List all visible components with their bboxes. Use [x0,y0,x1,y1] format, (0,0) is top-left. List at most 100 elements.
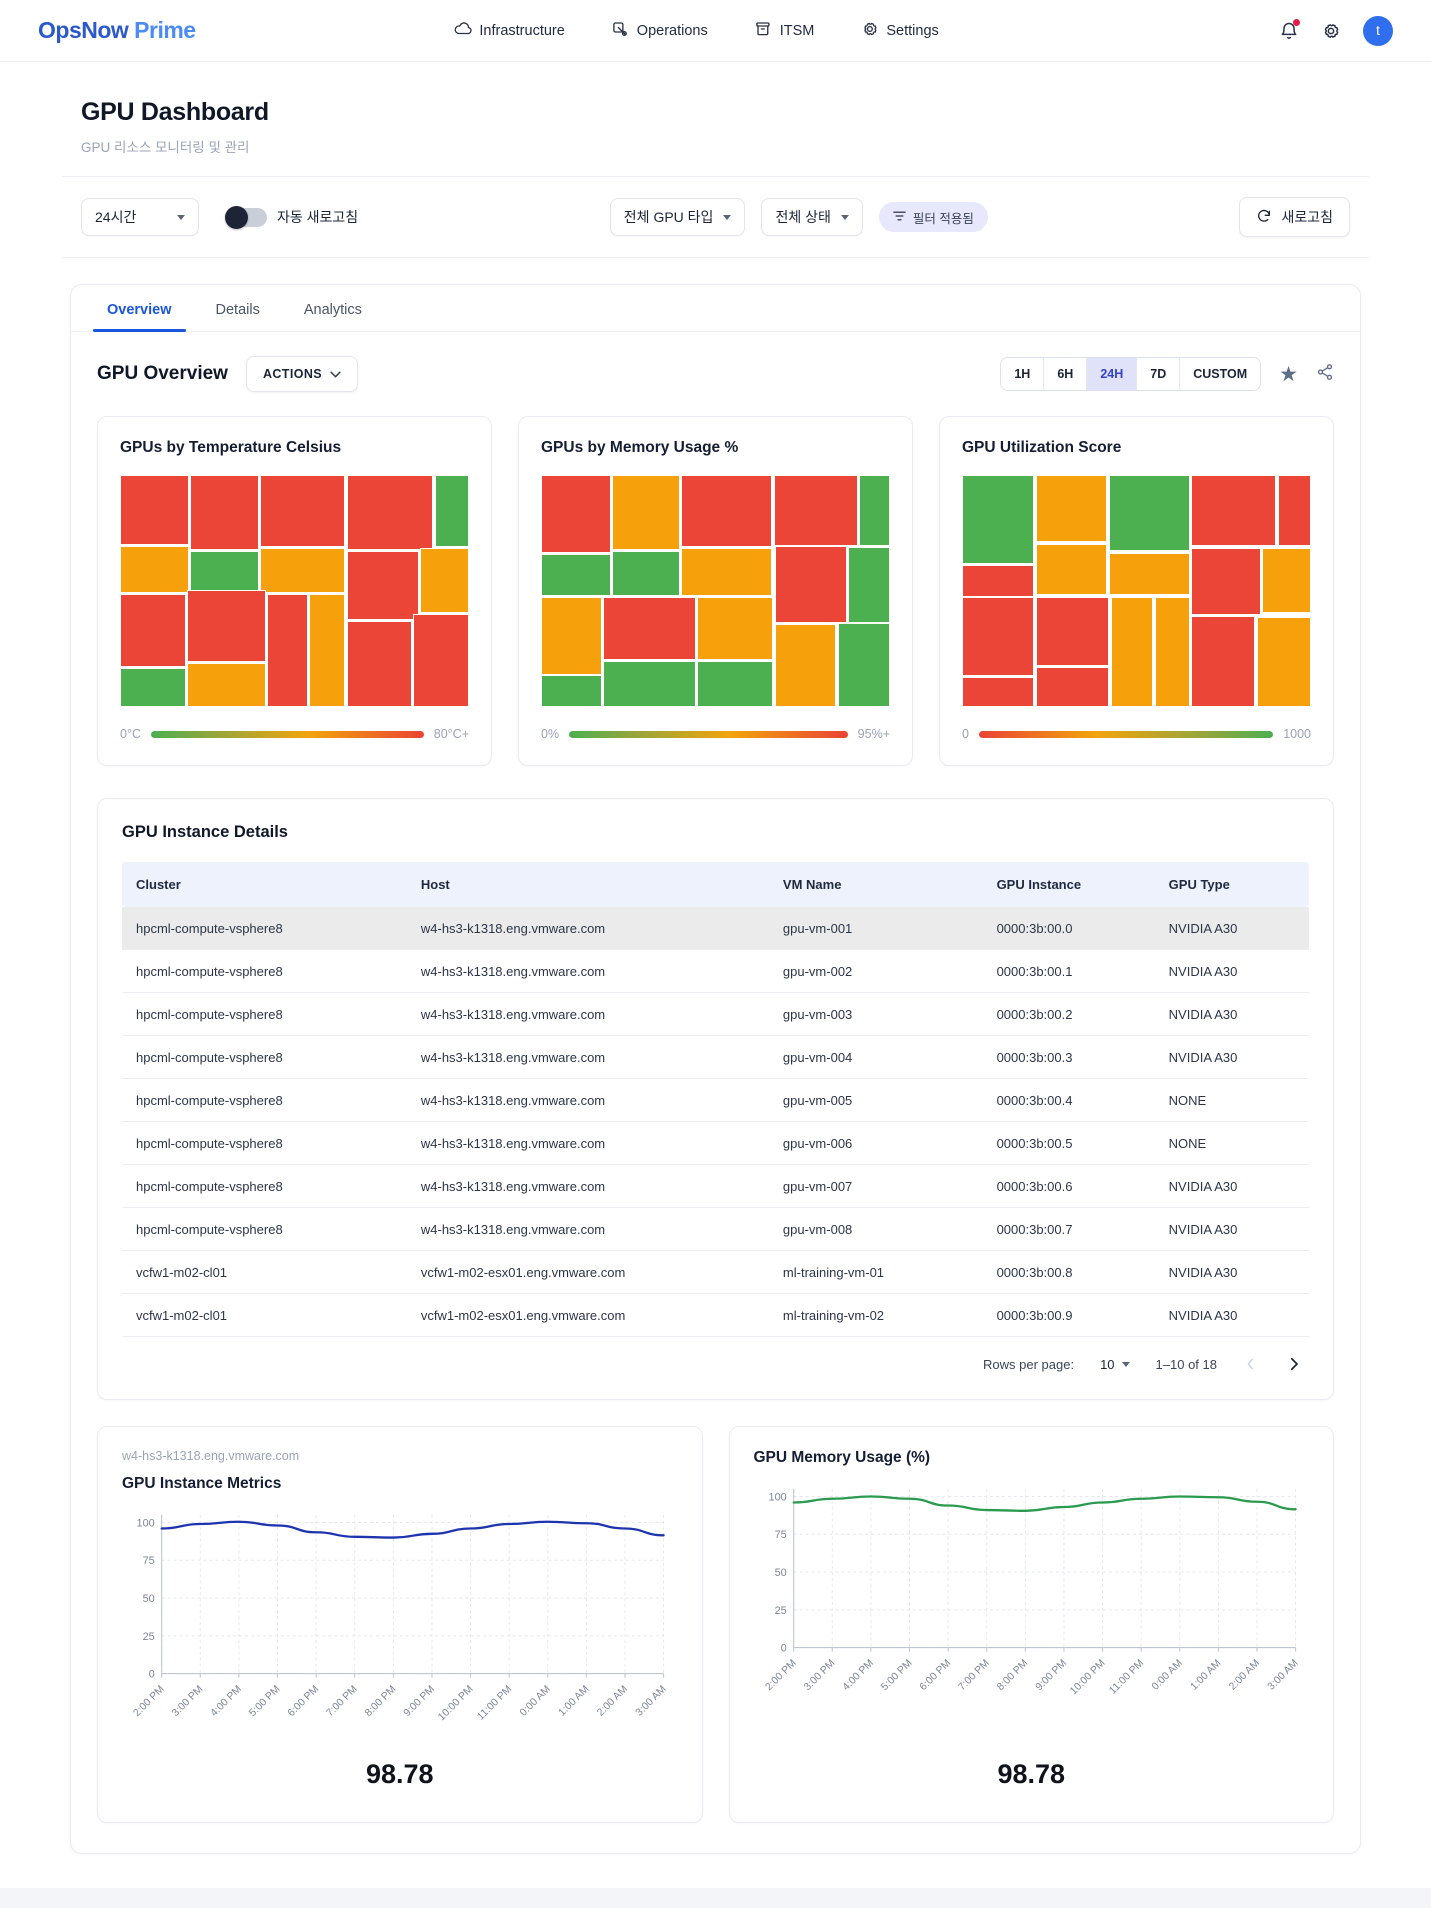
treemap-tile[interactable] [187,590,266,662]
treemap-tile[interactable] [1109,553,1189,595]
treemap-tile[interactable] [859,475,890,546]
nav-item-infrastructure[interactable]: Infrastructure [453,20,564,42]
treemap-tile[interactable] [1036,544,1107,596]
treemap-tile[interactable] [190,475,258,550]
column-header-cluster[interactable]: Cluster [122,862,407,907]
column-header-vm-name[interactable]: VM Name [769,862,983,907]
tab-details[interactable]: Details [198,285,278,331]
table-row[interactable]: hpcml-compute-vsphere8w4-hs3-k1318.eng.v… [122,1165,1309,1208]
treemap-tile[interactable] [1109,475,1189,551]
treemap-tile[interactable] [697,597,773,661]
treemap-tile[interactable] [1036,597,1109,666]
treemap-tile[interactable] [774,475,858,546]
treemap-tile[interactable] [435,475,469,547]
column-header-host[interactable]: Host [407,862,769,907]
treemap-tile[interactable] [1262,548,1311,613]
treemap-tile[interactable] [1191,616,1255,707]
nav-item-settings[interactable]: Settings [860,20,938,42]
treemap-tile[interactable] [347,551,419,620]
treemap-tile[interactable] [603,597,696,661]
tab-analytics[interactable]: Analytics [286,285,380,331]
treemap-tile[interactable] [1111,597,1153,707]
treemap-utilization[interactable] [962,475,1311,707]
tab-overview[interactable]: Overview [89,285,190,331]
rows-per-page-select[interactable]: 10 [1100,1357,1129,1372]
treemap-tile[interactable] [962,677,1034,707]
treemap-tile[interactable] [612,551,680,596]
nav-item-itsm[interactable]: ITSM [754,20,815,42]
treemap-tile[interactable] [1257,617,1311,707]
status-select[interactable]: 전체 상태 [761,198,862,236]
table-row[interactable]: hpcml-compute-vsphere8w4-hs3-k1318.eng.v… [122,993,1309,1036]
treemap-temperature[interactable] [120,475,469,707]
treemap-tile[interactable] [775,624,836,707]
gpu-memory-usage-chart[interactable]: 2:00 PM3:00 PM4:00 PM5:00 PM6:00 PM7:00 … [754,1477,1310,1723]
nav-item-operations[interactable]: Operations [611,20,708,42]
column-header-gpu-type[interactable]: GPU Type [1155,862,1309,907]
table-row[interactable]: hpcml-compute-vsphere8w4-hs3-k1318.eng.v… [122,950,1309,993]
treemap-memory[interactable] [541,475,890,707]
treemap-tile[interactable] [120,668,186,707]
treemap-tile[interactable] [120,594,186,666]
treemap-tile[interactable] [187,663,266,707]
table-row[interactable]: hpcml-compute-vsphere8w4-hs3-k1318.eng.v… [122,1122,1309,1165]
treemap-tile[interactable] [347,621,412,707]
treemap-tile[interactable] [347,475,434,550]
treemap-tile[interactable] [1191,548,1260,615]
gpu-instance-metrics-chart[interactable]: 2:00 PM3:00 PM4:00 PM5:00 PM6:00 PM7:00 … [122,1503,678,1749]
treemap-tile[interactable] [681,548,772,595]
notifications-button[interactable] [1279,21,1299,41]
range-7d[interactable]: 7D [1136,358,1179,390]
treemap-tile[interactable] [1191,475,1276,546]
table-row[interactable]: vcfw1-m02-cl01vcfw1-m02-esx01.eng.vmware… [122,1251,1309,1294]
treemap-tile[interactable] [681,475,772,547]
treemap-tile[interactable] [1278,475,1311,546]
treemap-tile[interactable] [775,546,847,623]
treemap-tile[interactable] [962,475,1034,564]
treemap-tile[interactable] [612,475,680,550]
treemap-tile[interactable] [697,661,773,707]
treemap-tile[interactable] [1036,475,1107,542]
previous-page-button[interactable] [1243,1356,1259,1372]
treemap-tile[interactable] [260,475,345,547]
column-header-gpu-instance[interactable]: GPU Instance [983,862,1155,907]
table-row[interactable]: vcfw1-m02-cl01vcfw1-m02-esx01.eng.vmware… [122,1294,1309,1337]
range-1h[interactable]: 1H [1001,358,1043,390]
share-icon[interactable] [1316,363,1334,386]
table-row[interactable]: hpcml-compute-vsphere8w4-hs3-k1318.eng.v… [122,907,1309,950]
treemap-tile[interactable] [541,475,611,553]
refresh-button[interactable]: 새로고침 [1239,197,1350,237]
treemap-tile[interactable] [541,675,602,707]
treemap-tile[interactable] [1036,667,1109,707]
table-row[interactable]: hpcml-compute-vsphere8w4-hs3-k1318.eng.v… [122,1079,1309,1122]
user-avatar[interactable]: t [1363,16,1393,46]
treemap-tile[interactable] [962,597,1034,675]
settings-button[interactable] [1321,21,1341,41]
table-row[interactable]: hpcml-compute-vsphere8w4-hs3-k1318.eng.v… [122,1036,1309,1079]
treemap-tile[interactable] [120,475,189,545]
treemap-tile[interactable] [962,565,1034,596]
treemap-tile[interactable] [838,623,890,707]
table-row[interactable]: hpcml-compute-vsphere8w4-hs3-k1318.eng.v… [122,1208,1309,1251]
treemap-tile[interactable] [267,594,307,707]
treemap-tile[interactable] [420,548,469,614]
treemap-tile[interactable] [541,554,611,596]
treemap-tile[interactable] [120,546,189,594]
next-page-button[interactable] [1285,1355,1303,1373]
time-range-select[interactable]: 24시간 [81,198,199,236]
treemap-tile[interactable] [541,597,602,675]
actions-button[interactable]: ACTIONS [246,356,358,392]
favorite-star-icon[interactable]: ★ [1279,364,1298,385]
treemap-tile[interactable] [309,594,345,707]
treemap-tile[interactable] [848,547,890,623]
range-custom[interactable]: CUSTOM [1179,358,1260,390]
auto-refresh-toggle[interactable] [225,208,267,227]
treemap-tile[interactable] [413,614,469,707]
filter-applied-chip[interactable]: 필터 적용됨 [879,202,988,232]
range-24h[interactable]: 24H [1086,358,1136,390]
treemap-tile[interactable] [603,661,696,707]
treemap-tile[interactable] [1155,597,1190,707]
treemap-tile[interactable] [260,548,345,593]
range-6h[interactable]: 6H [1043,358,1086,390]
gpu-type-select[interactable]: 전체 GPU 타입 [610,198,746,236]
